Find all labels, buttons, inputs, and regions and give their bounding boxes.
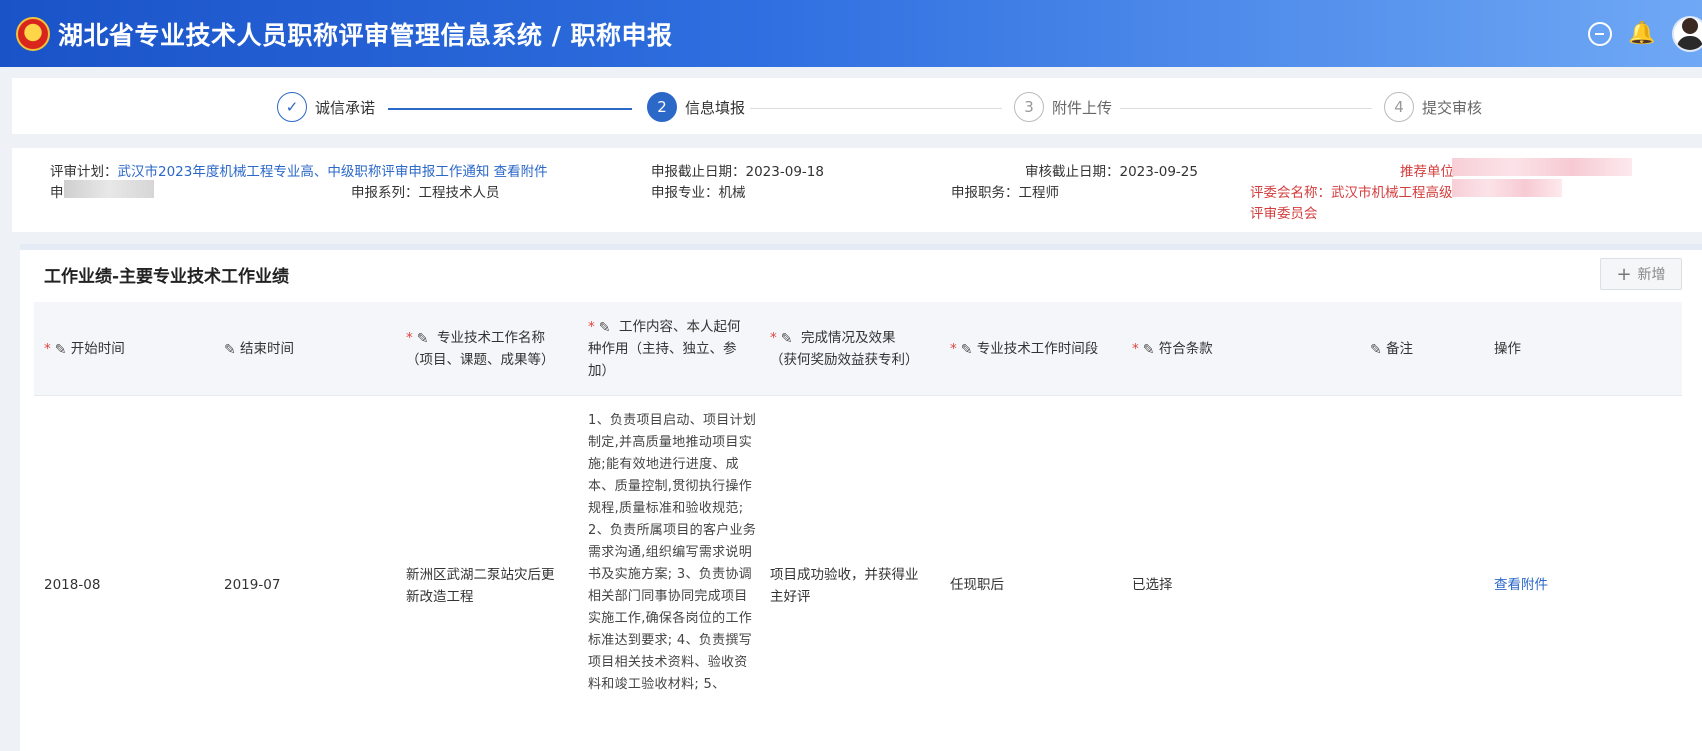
committee-name: 评委会名称：武汉市机械工程高级 — [1250, 185, 1453, 201]
edit-icon — [1143, 339, 1156, 361]
step-1[interactable]: ✓ 诚信承诺 — [277, 92, 375, 122]
col-remark: 备注 — [1370, 302, 1413, 396]
major: 申报专业：机械 — [651, 185, 746, 201]
table-row: 2018-08 2019-07 新洲区武湖二泵站灾后更新改造工程 1、负责项目启… — [34, 396, 1682, 751]
col-start-time: *开始时间 — [44, 302, 125, 396]
cell-result: 项目成功验收，并获得业主好评 — [770, 567, 919, 605]
step-number: 3 — [1014, 92, 1044, 122]
card-title: 工作业绩-主要专业技术工作业绩 — [44, 267, 290, 287]
step-connector-3 — [1120, 108, 1372, 109]
avatar-head — [1682, 18, 1698, 34]
committee-name-line2: 评审委员会 — [1250, 206, 1318, 222]
required-mark: * — [770, 330, 777, 346]
plan-label: 评审计划： — [50, 164, 118, 180]
edit-icon — [1370, 339, 1383, 361]
required-mark: * — [588, 319, 595, 335]
step-label: 附件上传 — [1052, 98, 1113, 117]
required-mark: * — [950, 341, 957, 357]
cell-period: 任现职后 — [950, 577, 1004, 593]
step-label: 诚信承诺 — [315, 98, 376, 117]
redacted-applicant — [64, 180, 154, 198]
search-icon[interactable] — [1588, 21, 1612, 46]
plan-link[interactable]: 武汉市2023年度机械工程专业高、中级职称评审申报工作通知 — [118, 164, 490, 180]
cell-end: 2019-07 — [224, 577, 281, 593]
bell-icon[interactable]: 🔔 — [1628, 20, 1656, 48]
edit-icon — [55, 339, 68, 361]
step-number: 2 — [647, 92, 677, 122]
series: 申报系列：工程技术人员 — [351, 185, 500, 201]
edit-icon — [961, 339, 974, 361]
work-achievement-card: 工作业绩-主要专业技术工作业绩 + 新增 *开始时间 结束时间 * 专业技术工作… — [20, 244, 1702, 751]
step-label: 信息填报 — [685, 98, 746, 117]
col-work-content: * 工作内容、本人起何 种作用（主持、独立、参 加） — [588, 302, 758, 396]
step-3[interactable]: 3 附件上传 — [1014, 92, 1112, 122]
step-label: 提交审核 — [1422, 98, 1483, 117]
recommend-unit: 推荐单位 — [1400, 164, 1454, 180]
edit-icon — [417, 328, 430, 350]
table-header: *开始时间 结束时间 * 专业技术工作名称 （项目、课题、成果等） * 工作内容… — [34, 302, 1682, 396]
avatar[interactable] — [1672, 15, 1702, 52]
step-connector-1 — [388, 108, 632, 110]
col-end-time: 结束时间 — [224, 302, 294, 396]
step-number: 4 — [1384, 92, 1414, 122]
required-mark: * — [406, 330, 413, 346]
edit-icon — [224, 339, 237, 361]
plan-attachment-link[interactable]: 查看附件 — [494, 164, 548, 180]
col-action: 操作 — [1494, 341, 1521, 357]
header-actions: 🔔 — [1572, 0, 1702, 67]
required-mark: * — [1132, 341, 1139, 357]
edit-icon — [599, 317, 612, 339]
step-4[interactable]: 4 提交审核 — [1384, 92, 1482, 122]
position: 申报职务：工程师 — [951, 185, 1059, 201]
cell-name: 新洲区武湖二泵站灾后更新改造工程 — [406, 567, 555, 605]
cell-content: 1、负责项目启动、项目计划制定,并高质量地推动项目实施;能有效地进行进度、成本、… — [588, 413, 757, 692]
edit-icon — [781, 328, 794, 350]
col-period: *专业技术工作时间段 — [950, 302, 1098, 396]
applicant-label: 申 — [50, 185, 64, 201]
cell-start: 2018-08 — [44, 577, 101, 593]
required-mark: * — [44, 341, 51, 357]
add-button[interactable]: + 新增 — [1600, 258, 1682, 290]
redacted-committee — [1452, 179, 1562, 197]
app-title: 湖北省专业技术人员职称评审管理信息系统 / 职称申报 — [58, 20, 673, 50]
col-clause: *符合条款 — [1132, 302, 1213, 396]
check-icon: ✓ — [277, 92, 307, 122]
review-deadline: 审核截止日期：2023-09-25 — [1025, 164, 1198, 180]
redacted-recommend-unit — [1452, 158, 1632, 176]
avatar-body — [1677, 35, 1702, 50]
plus-icon: + — [1616, 263, 1632, 285]
col-work-name: * 专业技术工作名称 （项目、课题、成果等） — [406, 302, 566, 396]
col-result: * 完成情况及效果 （获何奖励效益获专利） — [770, 302, 940, 396]
application-info: 评审计划：武汉市2023年度机械工程专业高、中级职称评审申报工作通知 查看附件 … — [12, 148, 1702, 232]
progress-steps: ✓ 诚信承诺 2 信息填报 3 附件上传 4 提交审核 — [12, 78, 1702, 134]
cell-clause: 已选择 — [1132, 577, 1173, 593]
national-emblem-icon: ★ — [16, 16, 50, 51]
step-connector-2 — [750, 108, 1002, 109]
step-2[interactable]: 2 信息填报 — [647, 92, 745, 122]
deadline: 申报截止日期：2023-09-18 — [651, 164, 824, 180]
add-label: 新增 — [1637, 267, 1666, 283]
view-attachment-link[interactable]: 查看附件 — [1494, 574, 1548, 596]
achievement-table: *开始时间 结束时间 * 专业技术工作名称 （项目、课题、成果等） * 工作内容… — [34, 302, 1682, 751]
app-header: ★ 湖北省专业技术人员职称评审管理信息系统 / 职称申报 🔔 — [0, 0, 1702, 67]
